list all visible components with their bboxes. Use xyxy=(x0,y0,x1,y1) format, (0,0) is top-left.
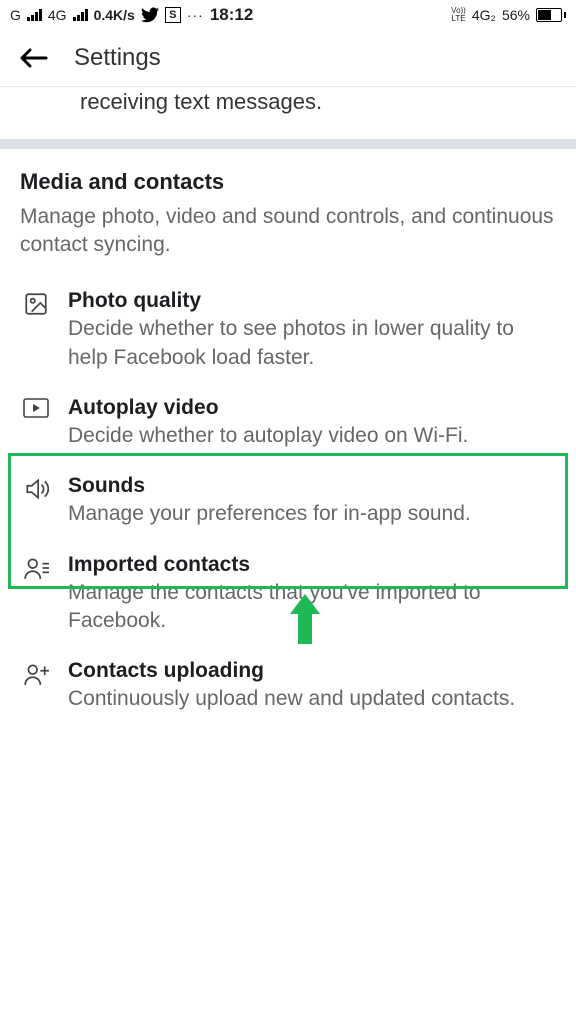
sound-icon xyxy=(20,474,52,528)
item-title: Contacts uploading xyxy=(68,659,556,683)
battery-icon xyxy=(536,8,566,22)
network-4g-label: 4G xyxy=(48,7,67,23)
media-contacts-section: Media and contacts Manage photo, video a… xyxy=(0,149,576,742)
arrow-left-icon xyxy=(20,48,48,68)
status-bar: G 4G 0.4K/s S ··· 18:12 Vo)) LTE 4G₂ 56% xyxy=(0,0,576,30)
item-desc: Manage your preferences for in-app sound… xyxy=(68,500,556,528)
truncated-text: receiving text messages. xyxy=(80,89,322,114)
item-title: Imported contacts xyxy=(68,553,556,577)
app-header: Settings xyxy=(0,30,576,87)
item-desc: Decide whether to autoplay video on Wi-F… xyxy=(68,422,556,450)
item-title: Autoplay video xyxy=(68,396,556,420)
section-title: Media and contacts xyxy=(20,169,556,195)
item-desc: Continuously upload new and updated cont… xyxy=(68,685,556,713)
twitter-icon xyxy=(141,7,159,23)
item-desc: Manage the contacts that you've imported… xyxy=(68,579,556,636)
volte-icon: Vo)) LTE xyxy=(451,7,466,23)
network-g-label: G xyxy=(10,7,21,23)
data-speed: 0.4K/s xyxy=(94,7,135,23)
battery-percent: 56% xyxy=(502,7,530,23)
item-autoplay-video[interactable]: Autoplay video Decide whether to autopla… xyxy=(20,384,556,462)
video-play-icon xyxy=(20,396,52,450)
signal-bars-1-icon xyxy=(27,9,42,21)
more-icon: ··· xyxy=(187,7,204,23)
section-subtitle: Manage photo, video and sound controls, … xyxy=(20,203,556,260)
item-contacts-uploading[interactable]: Contacts uploading Continuously upload n… xyxy=(20,647,556,725)
clock: 18:12 xyxy=(210,5,253,25)
item-imported-contacts[interactable]: Imported contacts Manage the contacts th… xyxy=(20,541,556,648)
photo-icon xyxy=(20,289,52,372)
network-right-label: 4G₂ xyxy=(472,7,496,23)
truncated-previous-item[interactable]: receiving text messages. xyxy=(0,87,576,139)
item-sounds[interactable]: Sounds Manage your preferences for in-ap… xyxy=(20,462,556,540)
status-left: G 4G 0.4K/s S ··· 18:12 xyxy=(10,5,253,25)
item-photo-quality[interactable]: Photo quality Decide whether to see phot… xyxy=(20,277,556,384)
back-button[interactable] xyxy=(20,48,48,68)
signal-bars-2-icon xyxy=(73,9,88,21)
status-right: Vo)) LTE 4G₂ 56% xyxy=(451,7,566,23)
contacts-upload-icon xyxy=(20,659,52,713)
item-title: Photo quality xyxy=(68,289,556,313)
section-divider xyxy=(0,139,576,149)
item-desc: Decide whether to see photos in lower qu… xyxy=(68,315,556,372)
page-title: Settings xyxy=(74,44,161,72)
contacts-icon xyxy=(20,553,52,636)
item-title: Sounds xyxy=(68,474,556,498)
sim-icon: S xyxy=(165,7,181,23)
